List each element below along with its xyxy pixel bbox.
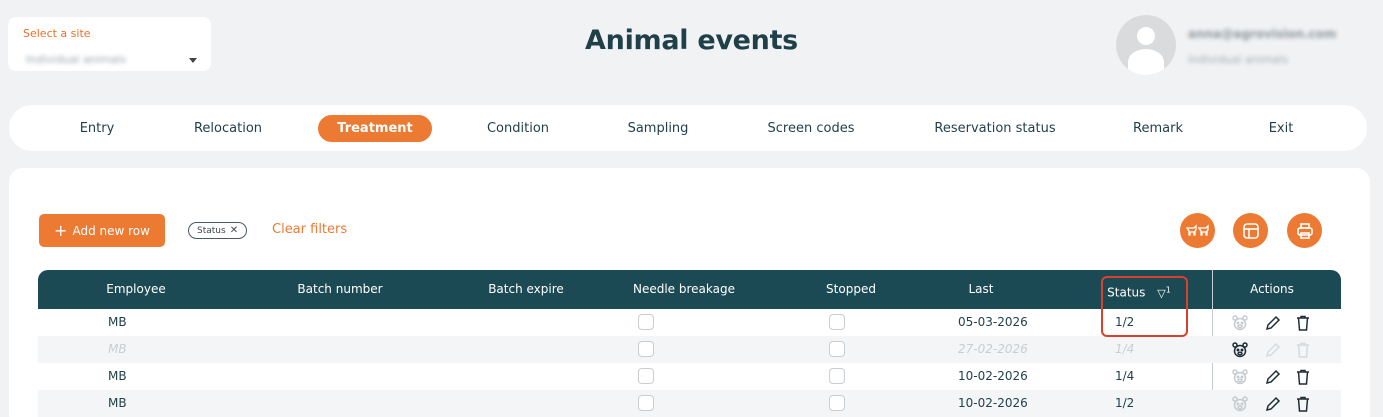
- status-filter-chip[interactable]: Status ✕: [188, 222, 248, 239]
- user-site: Individual animals: [1188, 53, 1289, 66]
- table-row[interactable]: MB 10-02-2026 1/2: [38, 390, 1341, 417]
- status-cell: 1/2: [1115, 396, 1135, 410]
- plus-icon: +: [54, 221, 68, 240]
- pencil-icon[interactable]: [1264, 395, 1282, 413]
- user-email: anna@agrovision.com: [1188, 27, 1337, 41]
- employee-cell: MB: [108, 315, 127, 329]
- last-date-cell: 27-02-2026: [958, 342, 1028, 356]
- animal-face-icon[interactable]: [1231, 314, 1249, 332]
- stopped-checkbox[interactable]: [829, 368, 845, 384]
- tab-condition[interactable]: Condition: [479, 115, 557, 142]
- animal-face-icon[interactable]: [1231, 368, 1249, 386]
- column-stopped[interactable]: Stopped: [826, 270, 876, 309]
- table-row[interactable]: MB 27-02-2026 1/4: [38, 336, 1341, 363]
- tab-exit[interactable]: Exit: [1261, 115, 1302, 142]
- tab-screen-codes[interactable]: Screen codes: [760, 115, 863, 142]
- tab-entry[interactable]: Entry: [72, 115, 123, 142]
- add-new-row-label: Add new row: [72, 224, 150, 238]
- filter-chip-label: Status: [197, 226, 226, 236]
- animals-icon: [1185, 223, 1209, 236]
- last-date-cell: 10-02-2026: [958, 369, 1028, 383]
- add-new-row-button[interactable]: + Add new row: [39, 214, 165, 247]
- clear-filters-link[interactable]: Clear filters: [272, 222, 347, 237]
- column-last[interactable]: Last: [969, 270, 994, 309]
- trash-icon[interactable]: [1294, 314, 1312, 332]
- needle-breakage-checkbox[interactable]: [638, 314, 654, 330]
- trash-icon[interactable]: [1294, 341, 1312, 359]
- needle-breakage-checkbox[interactable]: [638, 395, 654, 411]
- stopped-checkbox[interactable]: [829, 341, 845, 357]
- table-row[interactable]: MB 10-02-2026 1/4: [38, 363, 1341, 390]
- print-icon: [1296, 222, 1313, 239]
- column-needle-breakage[interactable]: Needle breakage: [633, 270, 735, 309]
- column-batch-number[interactable]: Batch number: [297, 270, 382, 309]
- avatar[interactable]: [1116, 15, 1176, 75]
- pencil-icon[interactable]: [1264, 368, 1282, 386]
- column-actions: Actions: [1250, 282, 1294, 296]
- last-date-cell: 05-03-2026: [958, 315, 1028, 329]
- pencil-icon[interactable]: [1264, 341, 1282, 359]
- last-date-cell: 10-02-2026: [958, 396, 1028, 410]
- tab-bar: Entry Relocation Treatment Condition Sam…: [9, 105, 1367, 151]
- status-highlight-box: [1101, 276, 1188, 337]
- status-cell: 1/4: [1115, 342, 1135, 356]
- employee-cell: MB: [108, 342, 127, 356]
- column-employee[interactable]: Employee: [106, 270, 165, 309]
- animals-button[interactable]: [1180, 213, 1215, 248]
- animal-face-icon[interactable]: [1231, 341, 1249, 359]
- columns-icon: [1242, 222, 1259, 239]
- column-batch-expire[interactable]: Batch expire: [488, 270, 564, 309]
- trash-icon[interactable]: [1294, 395, 1312, 413]
- columns-button[interactable]: [1233, 213, 1268, 248]
- tab-sampling[interactable]: Sampling: [620, 115, 697, 142]
- chevron-down-icon: [189, 58, 197, 63]
- pencil-icon[interactable]: [1264, 314, 1282, 332]
- close-icon[interactable]: ✕: [230, 225, 238, 236]
- needle-breakage-checkbox[interactable]: [638, 341, 654, 357]
- tab-relocation[interactable]: Relocation: [186, 115, 270, 142]
- needle-breakage-checkbox[interactable]: [638, 368, 654, 384]
- tab-remark[interactable]: Remark: [1125, 115, 1191, 142]
- tab-treatment[interactable]: Treatment: [318, 115, 432, 142]
- trash-icon[interactable]: [1294, 368, 1312, 386]
- animal-face-icon[interactable]: [1231, 395, 1249, 413]
- stopped-checkbox[interactable]: [829, 395, 845, 411]
- employee-cell: MB: [108, 396, 127, 410]
- stopped-checkbox[interactable]: [829, 314, 845, 330]
- employee-cell: MB: [108, 369, 127, 383]
- print-button[interactable]: [1287, 213, 1322, 248]
- tab-reservation-status[interactable]: Reservation status: [926, 115, 1063, 142]
- status-cell: 1/4: [1115, 369, 1135, 383]
